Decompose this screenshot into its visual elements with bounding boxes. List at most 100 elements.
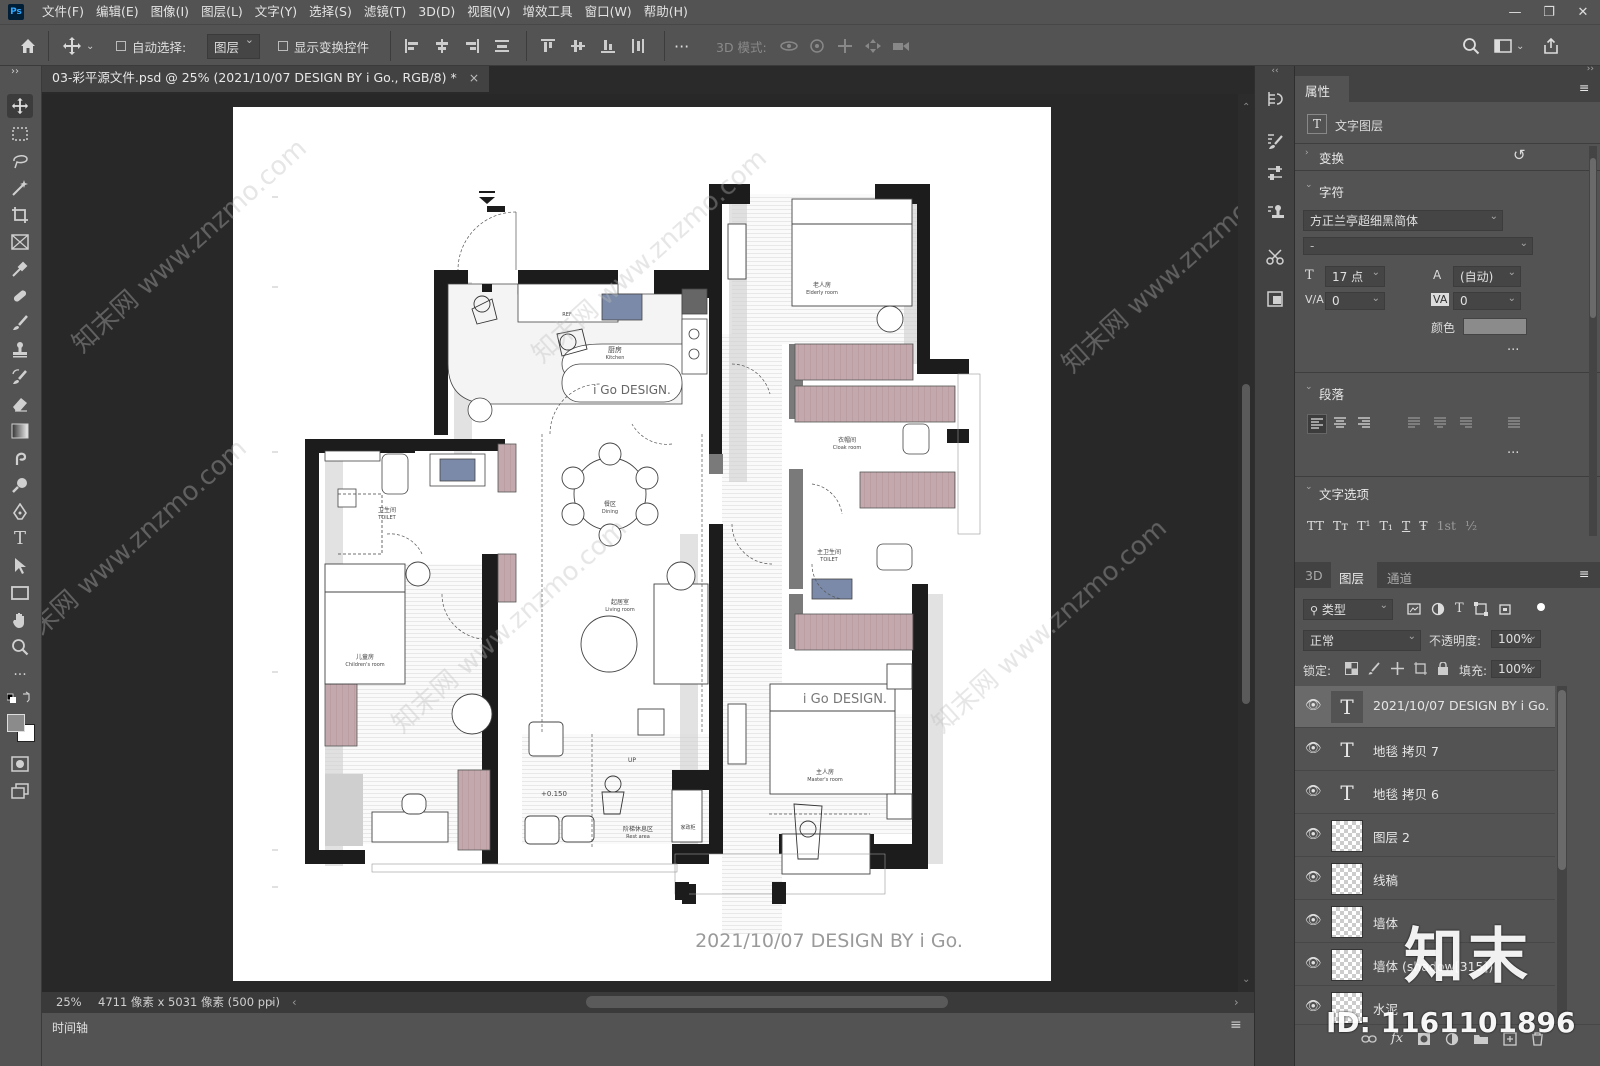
fill-field[interactable]: 100% ⌄ (1491, 660, 1541, 678)
document-tab[interactable]: 03-彩平源文件.psd @ 25% (2021/10/07 DESIGN BY… (42, 66, 490, 92)
zoom-level[interactable]: 25% (56, 992, 82, 1012)
all-caps-button[interactable]: TT (1307, 518, 1324, 533)
align-hcenter-icon[interactable] (434, 38, 450, 54)
leading-field[interactable]: (自动) ⌄ (1453, 266, 1521, 287)
show-transform-option[interactable]: 显示变换控件 (278, 25, 369, 67)
filter-adjustment-icon[interactable] (1431, 602, 1445, 616)
magic-wand-tool[interactable] (7, 176, 33, 200)
justify-center-icon[interactable] (1431, 414, 1449, 432)
visibility-eye-icon[interactable]: 👁 (1305, 698, 1322, 713)
default-colors-button[interactable] (6, 690, 33, 710)
tracking-field[interactable]: 0 ⌄ (1453, 292, 1521, 310)
home-button[interactable] (18, 25, 38, 67)
vertical-scroll-thumb[interactable] (1242, 384, 1250, 704)
visibility-eye-icon[interactable]: 👁 (1305, 956, 1322, 971)
filter-pixel-icon[interactable] (1407, 602, 1421, 616)
align-vcenter-icon[interactable] (570, 38, 586, 54)
eyedropper-tool[interactable] (7, 257, 33, 281)
tab-3d[interactable]: 3D (1305, 568, 1323, 583)
zoom-tool[interactable] (7, 635, 33, 659)
distribute-vertical-icon[interactable] (494, 38, 510, 54)
hand-tool[interactable] (7, 608, 33, 632)
close-window-button[interactable]: ✕ (1566, 5, 1600, 20)
menu-plugins[interactable]: 增效工具 (517, 0, 579, 24)
visibility-eye-icon[interactable]: 👁 (1305, 913, 1322, 928)
foreground-color-swatch[interactable] (7, 714, 25, 732)
menu-help[interactable]: 帮助(H) (638, 0, 694, 24)
collapse-toolbox-icon[interactable]: ›› (2, 66, 28, 78)
quick-mask-button[interactable] (7, 752, 33, 776)
ordinals-button[interactable]: 1st (1437, 518, 1456, 533)
layer-row[interactable]: 👁 T 地毯 拷贝 6 (1295, 772, 1555, 814)
chevron-right-icon[interactable]: › (1305, 148, 1309, 158)
menu-filter[interactable]: 滤镜(T) (358, 0, 412, 24)
scroll-down-icon[interactable]: ⌄ (1242, 974, 1250, 985)
kerning-field[interactable]: 0 ⌄ (1325, 292, 1385, 310)
align-text-center-button[interactable] (1331, 414, 1351, 434)
auto-select-option[interactable]: 自动选择: (116, 25, 186, 67)
layer-row[interactable]: 👁 T 2021/10/07 DESIGN BY i Go. (1295, 686, 1555, 728)
healing-brush-tool[interactable] (7, 284, 33, 308)
auto-select-target-dropdown[interactable]: 图层 (207, 33, 261, 59)
collapse-panels-icon[interactable]: ›› (1587, 66, 1594, 74)
menu-view[interactable]: 视图(V) (461, 0, 516, 24)
fractions-button[interactable]: ½ (1465, 518, 1477, 533)
tool-presets-button[interactable] (1262, 244, 1288, 270)
menu-image[interactable]: 图像(I) (145, 0, 195, 24)
lock-position-icon[interactable] (1391, 662, 1404, 675)
collapse-dock-icon[interactable]: ‹‹ (1255, 66, 1295, 76)
visibility-eye-icon[interactable]: 👁 (1305, 741, 1322, 756)
color-swatches[interactable] (7, 714, 37, 742)
menu-select[interactable]: 选择(S) (303, 0, 358, 24)
document-canvas[interactable]: 厨房 Kitchen i Go DESIGN. REF 餐区 Dining 起居… (42, 94, 1238, 992)
paragraph-section[interactable]: 段落 (1319, 384, 1344, 403)
layer-filter-dropdown[interactable]: ⚲ 类型 ⌄ (1303, 599, 1393, 620)
3d-roll-icon[interactable] (808, 38, 826, 54)
edit-toolbar-button[interactable]: ··· (7, 663, 33, 687)
3d-orbit-icon[interactable] (780, 38, 798, 54)
timeline-tab[interactable]: 时间轴 (52, 1019, 88, 1036)
rectangle-tool[interactable] (7, 581, 33, 605)
opacity-field[interactable]: 100% ⌄ (1491, 630, 1541, 648)
brush-tool[interactable] (7, 311, 33, 335)
reset-transform-icon[interactable]: ↺ (1513, 146, 1526, 164)
menu-type[interactable]: 文字(Y) (249, 0, 303, 24)
tab-layers[interactable]: 图层 (1339, 568, 1364, 587)
lock-pixels-icon[interactable] (1368, 662, 1381, 675)
properties-tab[interactable]: 属性 (1305, 81, 1330, 100)
share-button[interactable] (1542, 25, 1560, 67)
adjust-brush-button[interactable] (1262, 160, 1288, 186)
font-family-dropdown[interactable]: 方正兰亭超细黑简体 ⌄ (1303, 210, 1503, 231)
text-color-swatch[interactable] (1463, 318, 1527, 335)
status-menu-icon[interactable]: › (270, 992, 275, 1012)
menu-window[interactable]: 窗口(W) (579, 0, 638, 24)
font-size-field[interactable]: 17 点 ⌄ (1325, 266, 1385, 287)
paragraph-more-button[interactable]: ··· (1507, 446, 1519, 461)
align-text-left-button[interactable] (1307, 414, 1327, 434)
eraser-tool[interactable] (7, 392, 33, 416)
chevron-down-icon[interactable]: ⌄ (1305, 382, 1313, 392)
blend-mode-dropdown[interactable]: 正常 ⌄ (1303, 630, 1421, 651)
history-brush-tool[interactable] (7, 365, 33, 389)
chevron-down-icon[interactable]: ⌄ (1305, 180, 1313, 190)
history-panel-button[interactable] (1262, 86, 1288, 112)
minimize-button[interactable]: — (1498, 5, 1532, 20)
clone-stamp-tool[interactable] (7, 338, 33, 362)
canvas-area[interactable]: 厨房 Kitchen i Go DESIGN. REF 餐区 Dining 起居… (42, 94, 1238, 992)
lock-artboard-icon[interactable] (1414, 662, 1427, 675)
layer-row[interactable]: 👁 T 地毯 拷贝 7 (1295, 729, 1555, 771)
justify-left-icon[interactable] (1405, 414, 1423, 432)
3d-slide-icon[interactable] (864, 38, 882, 54)
type-options-section[interactable]: 文字选项 (1319, 484, 1369, 503)
align-text-right-button[interactable] (1355, 414, 1375, 434)
chevron-down-icon[interactable]: ⌄ (1305, 482, 1313, 492)
move-tool[interactable] (7, 94, 33, 118)
gradient-tool[interactable] (7, 419, 33, 443)
visibility-eye-icon[interactable]: 👁 (1305, 870, 1322, 885)
crop-tool[interactable] (7, 203, 33, 227)
menu-edit[interactable]: 编辑(E) (90, 0, 145, 24)
artboards-button[interactable] (1262, 286, 1288, 312)
filter-type-icon[interactable]: T (1455, 601, 1464, 616)
auto-select-checkbox[interactable] (116, 41, 126, 51)
align-left-icon[interactable] (404, 38, 420, 54)
